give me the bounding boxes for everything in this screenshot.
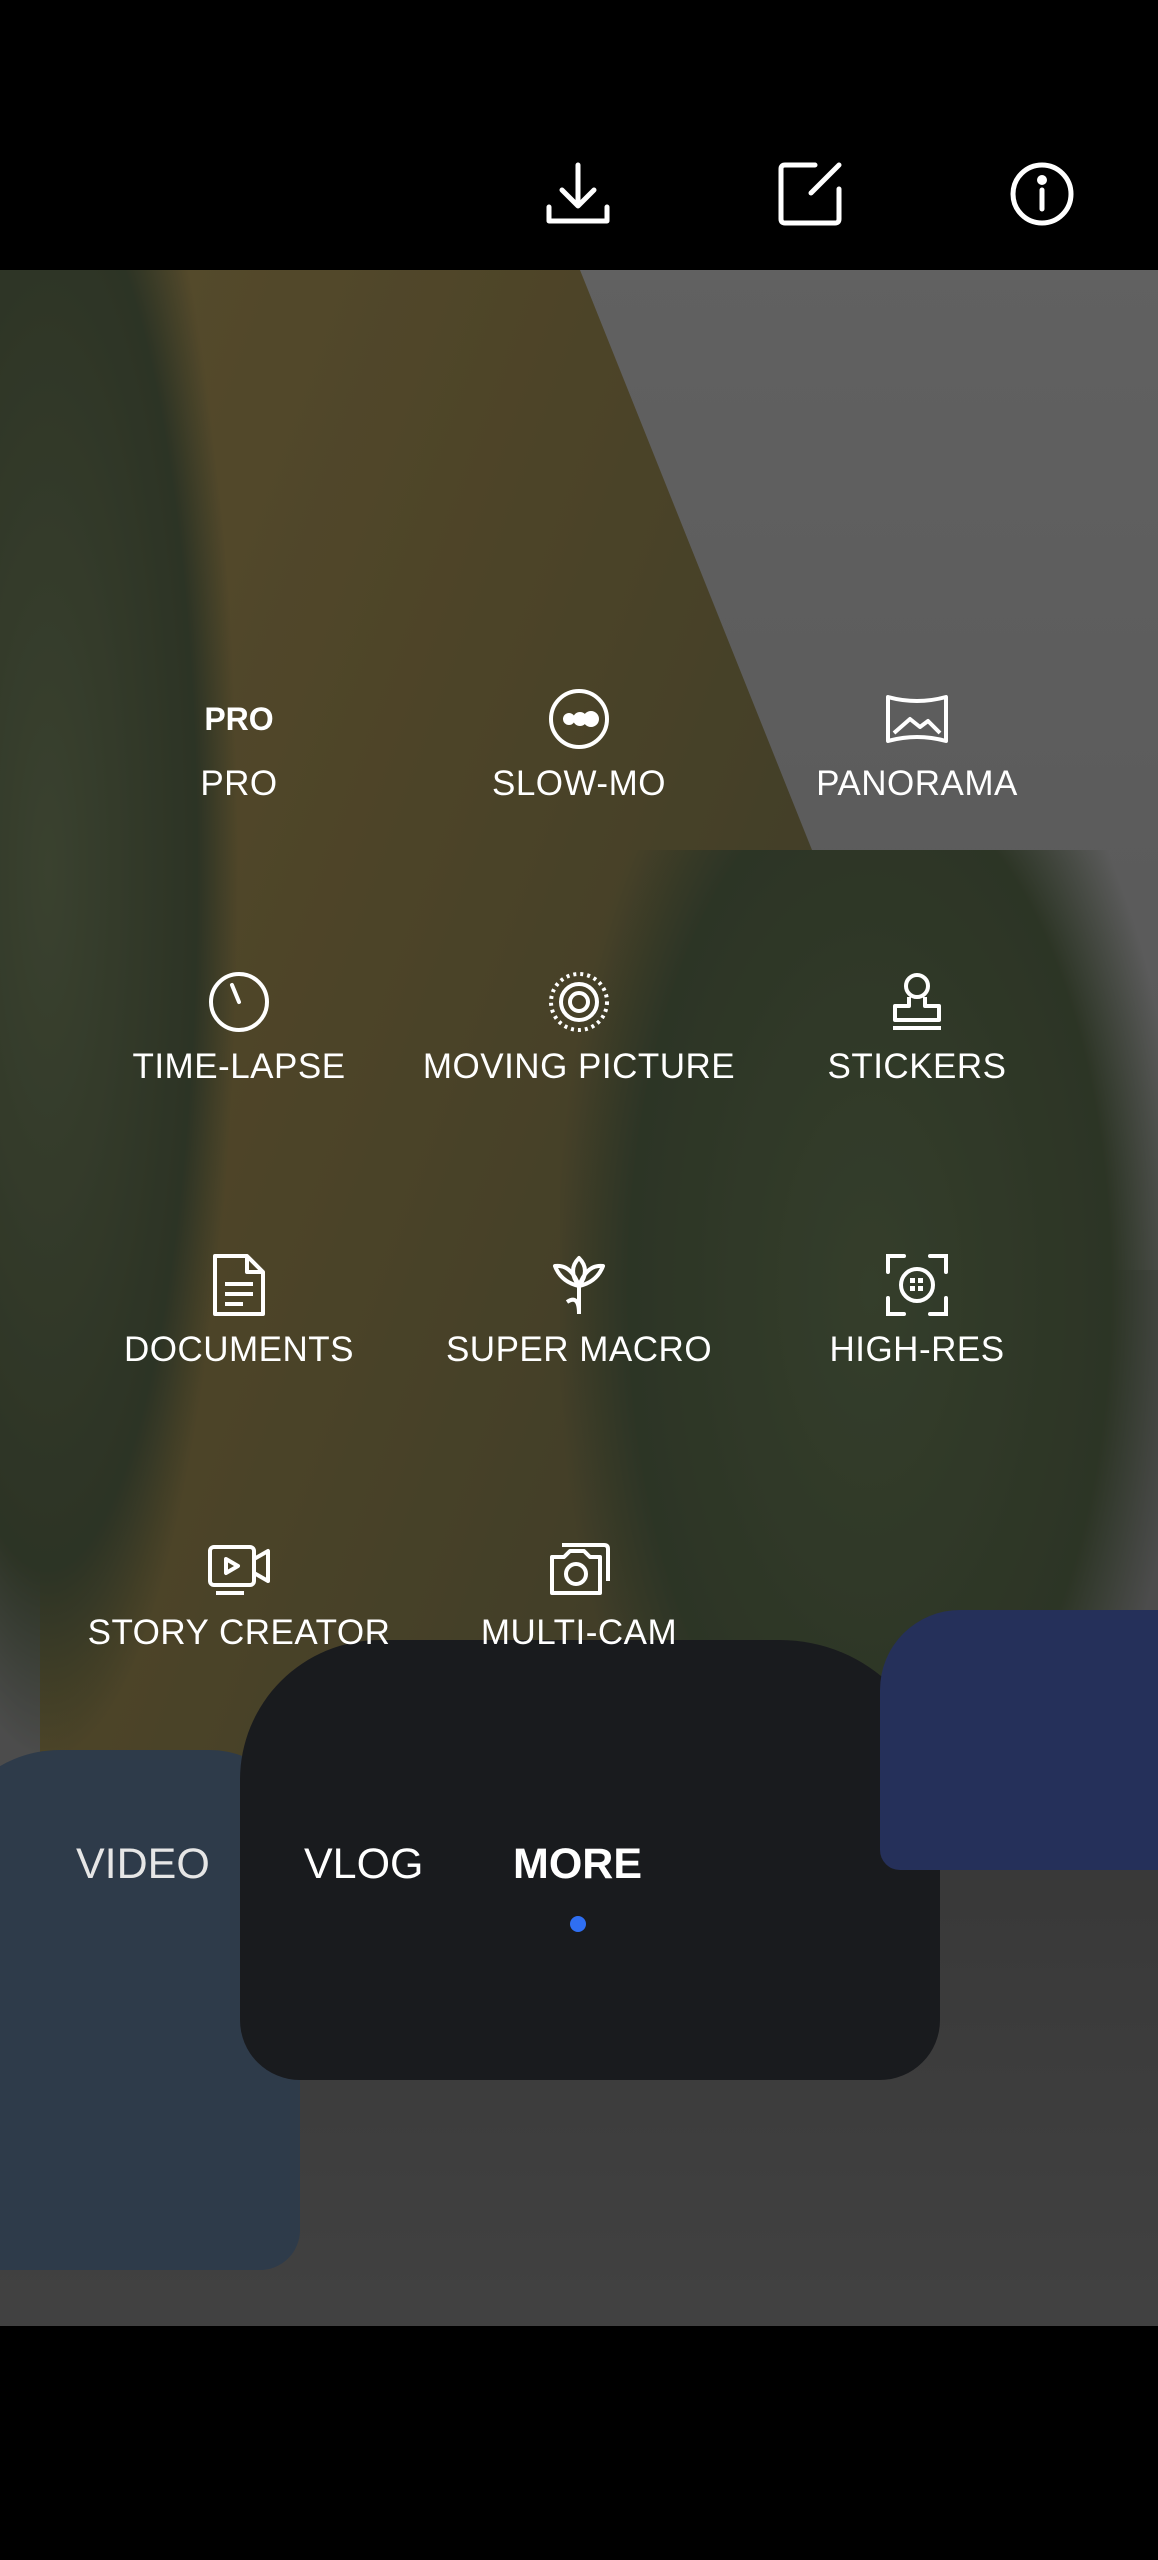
mode-documents[interactable]: DOCUMENTS [49,1248,429,1370]
mode-high-res[interactable]: HIGH-RES [727,1248,1107,1370]
download-icon[interactable] [534,150,622,238]
mode-label: DOCUMENTS [123,1330,355,1369]
tab-vlog[interactable]: VLOG [304,1840,424,1889]
panorama-icon [727,682,1107,756]
mode-label: PRO [200,764,278,803]
multi-cam-icon [389,1531,769,1605]
mode-moving-picture[interactable]: MOVING PICTURE [389,965,769,1087]
bottom-bar [0,2326,1158,2560]
mode-label: PANORAMA [816,764,1018,803]
mode-multi-cam[interactable]: MULTI-CAM [389,1531,769,1653]
mode-label: MOVING PICTURE [422,1047,736,1086]
mode-stickers[interactable]: STICKERS [727,965,1107,1087]
mode-story-creator[interactable]: STORY CREATOR [49,1531,429,1653]
high-res-icon [727,1248,1107,1322]
mode-label: SLOW-MO [492,764,666,803]
tab-more[interactable]: MORE [513,1840,642,1889]
super-macro-icon [389,1248,769,1322]
top-toolbar [0,0,1158,270]
edit-icon[interactable] [766,150,854,238]
info-icon[interactable] [998,150,1086,238]
mode-panorama[interactable]: PANORAMA [727,682,1107,804]
pro-icon: PRO [204,700,274,737]
mode-pro[interactable]: PRO PRO [49,682,429,804]
mode-slow-mo[interactable]: SLOW-MO [389,682,769,804]
mode-label: STICKERS [827,1047,1007,1086]
mode-tabs: VIDEO VLOG MORE [0,1840,1158,1900]
mode-label: HIGH-RES [829,1330,1005,1369]
stickers-icon [727,965,1107,1039]
selected-tab-indicator [570,1916,586,1932]
tab-video[interactable]: VIDEO [76,1840,210,1889]
mode-label: MULTI-CAM [480,1613,678,1652]
time-lapse-icon [49,965,429,1039]
slow-mo-icon [389,682,769,756]
mode-label: STORY CREATOR [87,1613,391,1652]
moving-picture-icon [389,965,769,1039]
mode-time-lapse[interactable]: TIME-LAPSE [49,965,429,1087]
mode-label: TIME-LAPSE [132,1047,346,1086]
story-creator-icon [49,1531,429,1605]
mode-label: SUPER MACRO [445,1330,713,1369]
mode-super-macro[interactable]: SUPER MACRO [389,1248,769,1370]
documents-icon [49,1248,429,1322]
